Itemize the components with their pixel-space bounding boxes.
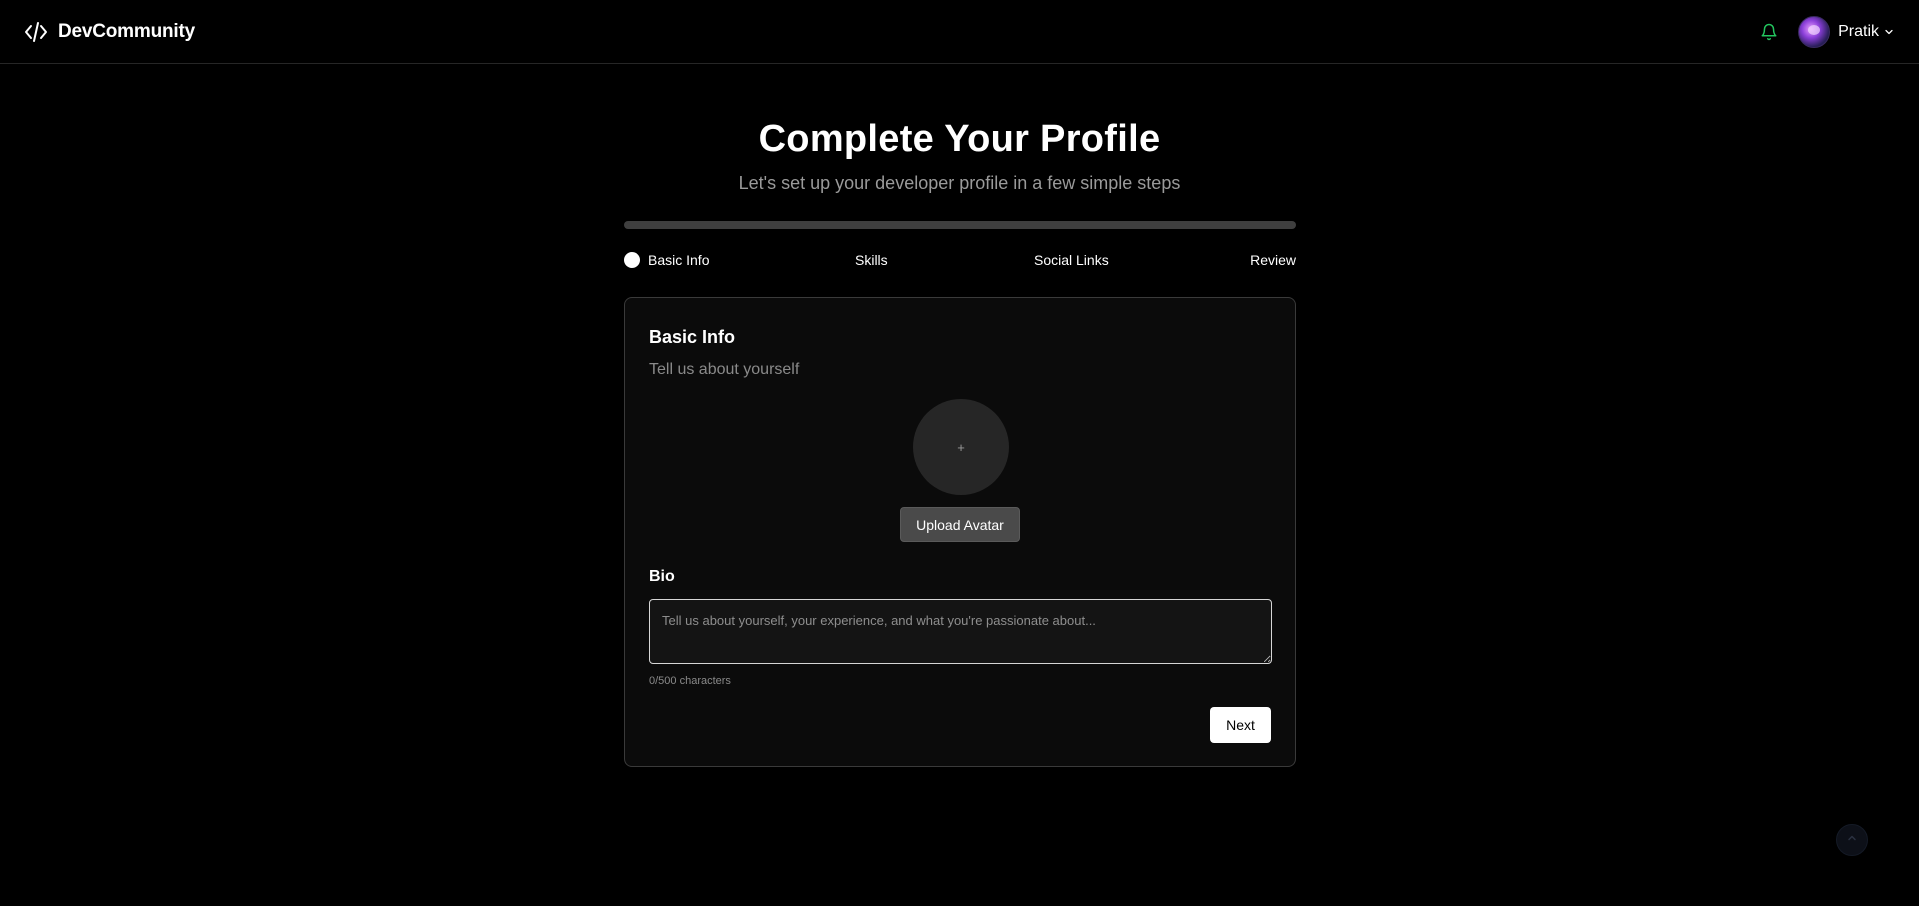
user-name: Pratik — [1838, 22, 1879, 40]
chevron-down-icon — [1883, 26, 1895, 38]
plus-icon: + — [957, 439, 965, 455]
top-nav-bar: DevCommunity Pratik — [0, 0, 1919, 64]
next-button[interactable]: Next — [1210, 707, 1271, 743]
character-count: 0/500 characters — [649, 675, 731, 687]
brand-name: DevCommunity — [58, 20, 195, 42]
step-label: Social Links — [1034, 252, 1109, 268]
code-icon — [24, 20, 48, 44]
bio-label: Bio — [649, 568, 675, 585]
bell-icon[interactable] — [1758, 21, 1780, 43]
header-actions: Pratik — [1758, 15, 1895, 48]
step-social-links[interactable]: Social Links — [1034, 252, 1109, 268]
step-skills[interactable]: Skills — [855, 252, 888, 268]
step-label: Skills — [855, 252, 888, 268]
user-avatar — [1798, 15, 1831, 48]
avatar-upload-area[interactable]: + — [913, 399, 1009, 495]
upload-avatar-button[interactable]: Upload Avatar — [900, 507, 1020, 542]
active-step-dot — [624, 252, 640, 268]
progress-bar — [624, 221, 1296, 229]
step-indicator: Basic Info Skills Social Links Review — [624, 252, 1296, 274]
step-label: Review — [1250, 252, 1296, 268]
step-label: Basic Info — [648, 252, 710, 268]
scroll-to-top-button[interactable] — [1836, 824, 1868, 856]
page-subtitle: Let's set up your developer profile in a… — [738, 173, 1181, 193]
user-menu[interactable]: Pratik — [1798, 15, 1895, 48]
step-review[interactable]: Review — [1250, 252, 1296, 268]
bio-textarea[interactable] — [649, 599, 1272, 664]
chevron-up-icon — [1846, 831, 1858, 849]
step-basic-info[interactable]: Basic Info — [624, 252, 709, 268]
page-title: Complete Your Profile — [758, 118, 1161, 160]
card-subtitle: Tell us about yourself — [649, 361, 800, 378]
basic-info-card: Basic Info Tell us about yourself + Uplo… — [624, 297, 1296, 767]
brand-link[interactable]: DevCommunity — [24, 20, 195, 44]
card-title: Basic Info — [649, 327, 736, 347]
